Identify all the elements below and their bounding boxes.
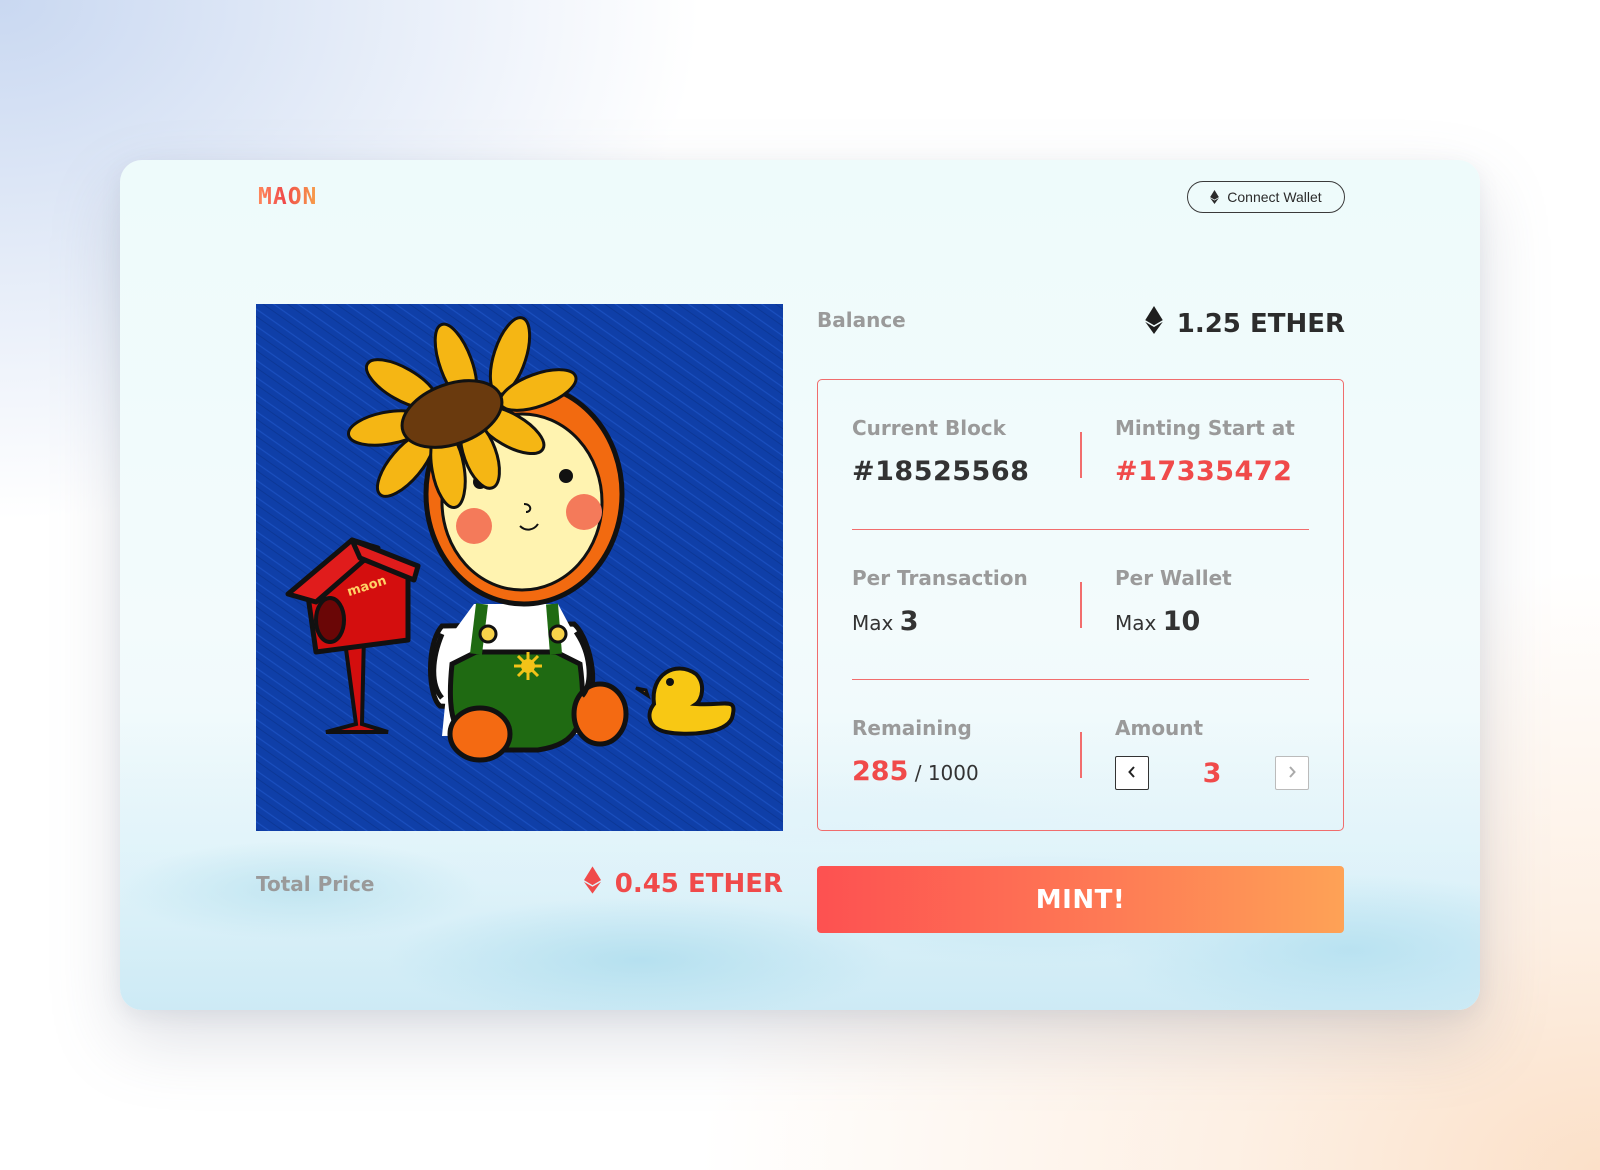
amount-value: 3	[1202, 757, 1222, 789]
supply-row: Remaining 285 / 1000 Amount 3	[852, 680, 1309, 830]
nft-preview-image: maon	[256, 304, 783, 831]
per-transaction: Per Transaction Max 3	[852, 566, 1028, 637]
total-price-label: Total Price	[256, 872, 375, 896]
per-transaction-value: 3	[899, 606, 919, 637]
total-price-value: 0.45 ETHER	[614, 868, 783, 899]
connect-wallet-button[interactable]: Connect Wallet	[1187, 181, 1345, 213]
decrement-button[interactable]	[1115, 756, 1149, 790]
minting-start-value: #17335472	[1115, 456, 1293, 487]
increment-button[interactable]	[1275, 756, 1309, 790]
ethereum-icon	[583, 866, 601, 901]
per-wallet-value: 10	[1162, 606, 1201, 637]
balance-display: 1.25 ETHER	[1145, 306, 1345, 341]
per-transaction-label: Per Transaction	[852, 566, 1028, 590]
remaining-value: 285	[852, 756, 909, 787]
amount: Amount 3	[1115, 716, 1309, 790]
chevron-right-icon	[1287, 765, 1297, 781]
ethereum-icon	[1210, 190, 1220, 204]
amount-stepper: 3	[1115, 756, 1309, 790]
ethereum-icon	[1145, 306, 1163, 341]
divider	[1080, 732, 1082, 778]
balance-value: 1.25 ETHER	[1176, 308, 1345, 339]
current-block: Current Block #18525568	[852, 416, 1029, 487]
connect-wallet-label: Connect Wallet	[1227, 189, 1322, 205]
limits-row: Per Transaction Max 3 Per Wallet Max 10	[852, 530, 1309, 680]
remaining-label: Remaining	[852, 716, 972, 740]
minting-start: Minting Start at #17335472	[1115, 416, 1295, 487]
per-transaction-limit: Max 3	[852, 606, 1028, 637]
remaining-count: 285 / 1000	[852, 756, 979, 787]
chevron-left-icon	[1127, 765, 1137, 781]
brand-logo[interactable]: MAON	[258, 184, 317, 210]
block-row: Current Block #18525568 Minting Start at…	[852, 380, 1309, 530]
remaining: Remaining 285 / 1000	[852, 716, 979, 787]
per-wallet-prefix: Max	[1115, 611, 1157, 635]
current-block-value: #18525568	[852, 456, 1030, 487]
per-wallet: Per Wallet Max 10	[1115, 566, 1232, 637]
divider	[1080, 582, 1082, 628]
per-transaction-prefix: Max	[852, 611, 894, 635]
total-price-display: 0.45 ETHER	[583, 866, 783, 901]
current-block-label: Current Block	[852, 416, 1006, 440]
divider	[1080, 432, 1082, 478]
remaining-total: / 1000	[914, 761, 979, 785]
balance-label: Balance	[817, 308, 906, 332]
mint-stats-panel: Current Block #18525568 Minting Start at…	[817, 379, 1344, 831]
mint-card: MAON Connect Wallet maon Balance 1.25 ET…	[120, 160, 1480, 1010]
mint-button[interactable]: MINT!	[817, 866, 1344, 933]
minting-start-label: Minting Start at	[1115, 416, 1295, 440]
per-wallet-limit: Max 10	[1115, 606, 1232, 637]
per-wallet-label: Per Wallet	[1115, 566, 1232, 590]
amount-label: Amount	[1115, 716, 1204, 740]
